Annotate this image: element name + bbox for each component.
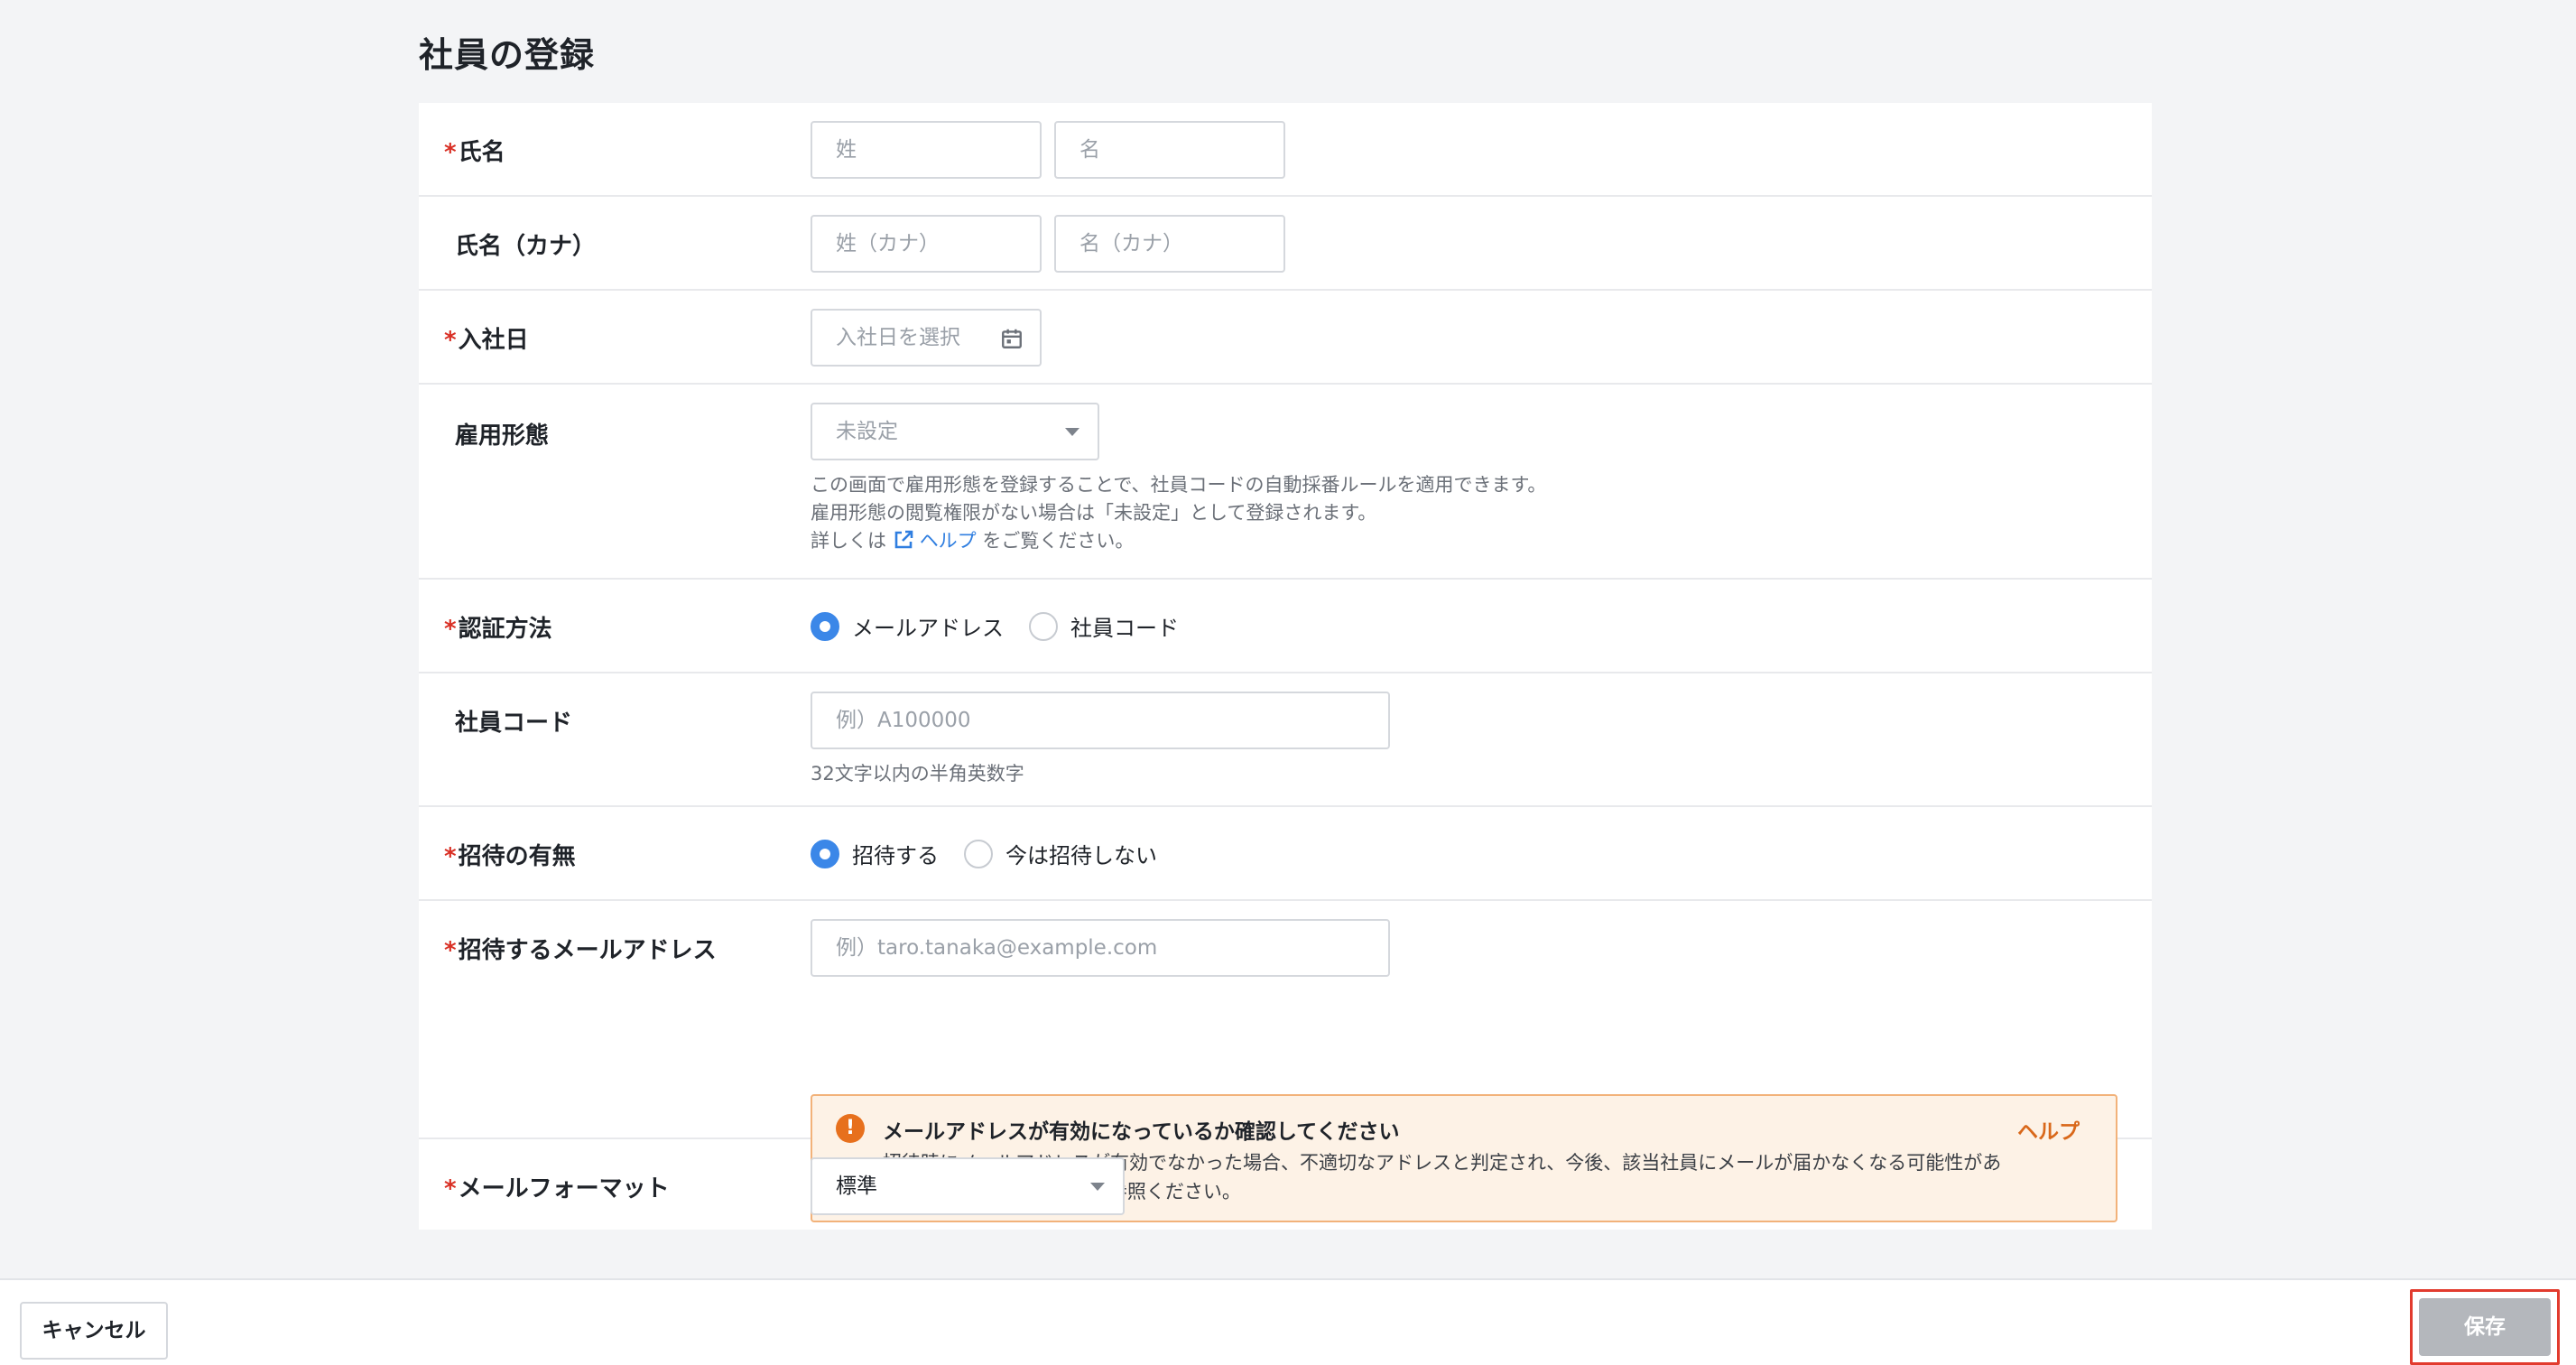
employment-type-label: 雇用形態: [455, 422, 550, 450]
employment-type-hint-2: 雇用形態の閲覧権限がない場合は「未設定」として登録されます。: [811, 502, 1377, 524]
last-name-input[interactable]: 姓: [811, 121, 1042, 179]
required-mark: *: [444, 937, 457, 964]
employee-form: *氏名 姓 名 氏名（カナ） 姓（カナ） 名（カナ） *入社日 入社日を選択 雇…: [419, 103, 2152, 1230]
footer-bar: キャンセル 保存: [0, 1278, 2576, 1365]
save-button[interactable]: 保存: [2419, 1298, 2551, 1356]
help-link[interactable]: ヘルプ: [893, 530, 977, 552]
auth-method-label: *認証方法: [444, 616, 552, 643]
name-label: *氏名: [444, 139, 505, 166]
first-name-kana-input[interactable]: 名（カナ）: [1054, 215, 1285, 273]
row-employment-type: 雇用形態 未設定 この画面で雇用形態を登録することで、社員コードの自動採番ルール…: [419, 385, 2152, 580]
required-mark: *: [444, 843, 457, 870]
cancel-button[interactable]: キャンセル: [20, 1302, 168, 1360]
employee-code-label: 社員コード: [455, 710, 573, 737]
invite-no-radio[interactable]: [964, 839, 993, 868]
row-name: *氏名 姓 名: [419, 103, 2152, 197]
employee-code-input[interactable]: 例）A100000: [811, 692, 1390, 749]
external-link-icon: [894, 530, 913, 549]
invite-label: *招待の有無: [444, 843, 576, 870]
required-mark: *: [444, 616, 457, 643]
employment-type-select[interactable]: 未設定: [811, 403, 1099, 460]
page: 社員の登録 *氏名 姓 名 氏名（カナ） 姓（カナ） 名（カナ） *入社日 入社…: [0, 0, 2576, 1365]
row-hire-date: *入社日 入社日を選択: [419, 291, 2152, 385]
invite-radio-group: 招待する 今は招待しない: [811, 838, 1182, 869]
calendar-icon: [1002, 329, 1022, 348]
auth-email-radio[interactable]: [811, 611, 839, 641]
row-auth-method: *認証方法 メールアドレス 社員コード: [419, 580, 2152, 673]
auth-code-label[interactable]: 社員コード: [1070, 610, 1179, 642]
row-employee-code: 社員コード 例）A100000 32文字以内の半角英数字: [419, 673, 2152, 807]
invite-email-label: *招待するメールアドレス: [444, 937, 717, 964]
mail-format-label: *メールフォーマット: [444, 1175, 670, 1202]
auth-method-radio-group: メールアドレス 社員コード: [811, 610, 1204, 642]
employment-type-hint-3: 詳しくは ヘルプ をご覧ください。: [811, 530, 1135, 552]
kana-label: 氏名（カナ）: [455, 233, 597, 260]
mail-format-select[interactable]: 標準: [811, 1157, 1125, 1215]
auth-code-radio[interactable]: [1029, 611, 1058, 641]
last-name-kana-input[interactable]: 姓（カナ）: [811, 215, 1042, 273]
hire-date-picker[interactable]: 入社日を選択: [811, 309, 1042, 367]
employment-type-hint-1: この画面で雇用形態を登録することで、社員コードの自動採番ルールを適用できます。: [811, 474, 1547, 496]
invite-yes-label[interactable]: 招待する: [852, 838, 939, 869]
auth-email-label[interactable]: メールアドレス: [852, 610, 1004, 642]
hire-date-label: *入社日: [444, 327, 529, 354]
employee-code-hint: 32文字以内の半角英数字: [811, 763, 1024, 785]
row-mail-format: *メールフォーマット 標準: [419, 1139, 2152, 1230]
required-mark: *: [444, 327, 457, 354]
required-mark: *: [444, 139, 457, 166]
chevron-down-icon: [1090, 1183, 1105, 1191]
page-title: 社員の登録: [419, 35, 596, 75]
invite-yes-radio[interactable]: [811, 839, 839, 868]
chevron-down-icon: [1065, 428, 1080, 436]
required-mark: *: [444, 1175, 457, 1202]
row-invite: *招待の有無 招待する 今は招待しない: [419, 807, 2152, 901]
invite-no-label[interactable]: 今は招待しない: [1005, 838, 1157, 869]
first-name-input[interactable]: 名: [1054, 121, 1285, 179]
invite-email-input[interactable]: 例）taro.tanaka@example.com: [811, 919, 1390, 977]
row-kana: 氏名（カナ） 姓（カナ） 名（カナ）: [419, 197, 2152, 291]
